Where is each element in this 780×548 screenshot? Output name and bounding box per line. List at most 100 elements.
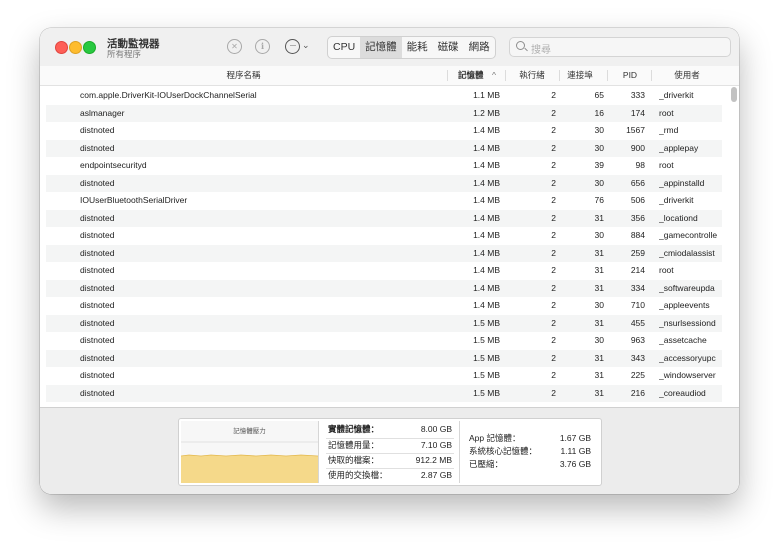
tab-disk[interactable]: 磁碟 — [433, 37, 464, 58]
user-cell: _driverkit — [659, 90, 694, 100]
table-row[interactable]: com.apple.DriverKit-IOUserDockChannelSer… — [46, 87, 722, 105]
threads-cell: 2 — [551, 387, 556, 398]
ellipsis-circle-icon[interactable]: ··· — [285, 39, 300, 54]
ports-cell: 30 — [594, 125, 604, 135]
cached-files-value: 912.2 MB — [415, 455, 452, 465]
threads-cell: 2 — [551, 177, 556, 188]
pid-cell: 1567 — [626, 125, 645, 135]
threads-cell: 2 — [551, 282, 556, 293]
table-row[interactable]: aslmanager 1.2 MB 2 16 174 root — [46, 104, 722, 122]
threads-cell: 2 — [551, 195, 556, 205]
user-cell: _assetcache — [659, 335, 707, 345]
memory-used-label: 記憶體用量： — [328, 440, 380, 450]
user-cell: _locationd — [659, 212, 698, 223]
pid-cell: 900 — [630, 142, 645, 153]
toolbar: 活動監視器 所有程序 ✕ i ··· ⌄ CPU 記憶體 能耗 磁碟 網路 搜尋 — [40, 28, 739, 67]
table-row[interactable]: IOUserBluetoothSerialDriver 1.4 MB 2 76 506 _… — [46, 192, 722, 210]
table-row[interactable]: distnoted 1.4 MB 2 30 900 _applepay — [46, 139, 722, 157]
memory-cell: 1.4 MB — [473, 195, 500, 205]
swap-used-value: 2.87 GB — [420, 470, 452, 480]
tab-energy[interactable]: 能耗 — [402, 37, 433, 58]
user-cell: _rmd — [659, 125, 679, 135]
user-cell: _applepay — [659, 142, 699, 153]
memory-cell: 1.4 MB — [473, 230, 500, 240]
process-name-cell: distnoted — [80, 230, 115, 240]
table-row[interactable]: distnoted 1.4 MB 2 30 1567 _rmd — [46, 122, 722, 140]
pid-cell: 506 — [630, 195, 645, 205]
app-memory-value: 1.67 GB — [559, 433, 591, 443]
table-row[interactable]: distnoted 1.4 MB 2 30 710 _appleevents — [46, 297, 722, 315]
close-window-button[interactable] — [55, 41, 68, 54]
table-row[interactable]: distnoted 1.5 MB 2 31 225 _windowserver — [46, 367, 722, 385]
minimize-window-button[interactable] — [69, 41, 82, 54]
view-tabs: CPU 記憶體 能耗 磁碟 網路 — [327, 36, 496, 59]
column-divider[interactable] — [447, 70, 448, 81]
process-name-cell: endpointsecurityd — [80, 160, 147, 170]
threads-cell: 2 — [551, 247, 556, 258]
table-row[interactable]: endpointsecurityd 1.4 MB 2 39 98 root — [46, 157, 722, 175]
swap-used-label: 使用的交換檔： — [328, 470, 388, 480]
memory-summary-panel: 記憶體壓力 實體記憶體： 8.00 GB 記憶體用量： 7.10 GB 快取的檔… — [178, 418, 602, 486]
column-header-ports[interactable]: 連接埠 — [560, 66, 600, 85]
table-row[interactable]: distnoted 1.4 MB 2 31 214 root — [46, 262, 722, 280]
table-row[interactable]: distnoted 1.4 MB 2 31 259 _cmiodalassist — [46, 244, 722, 262]
user-cell: _appleevents — [659, 300, 710, 310]
process-name-cell: distnoted — [80, 387, 115, 398]
column-header-user[interactable]: 使用者 — [652, 66, 722, 85]
tab-memory[interactable]: 記憶體 — [360, 37, 402, 58]
column-header-memory[interactable]: 記憶體 — [458, 66, 484, 85]
threads-cell: 2 — [551, 352, 556, 363]
user-cell: _appinstalld — [659, 177, 705, 188]
table-row[interactable]: distnoted 1.5 MB 2 30 963 _assetcache — [46, 332, 722, 350]
threads-cell: 2 — [551, 300, 556, 310]
table-row[interactable]: distnoted 1.4 MB 2 30 656 _appinstalld — [46, 174, 722, 192]
ports-cell: 31 — [594, 352, 604, 363]
pid-cell: 216 — [630, 387, 645, 398]
chevron-down-icon[interactable]: ⌄ — [302, 40, 310, 51]
search-icon — [516, 41, 525, 50]
column-header-name[interactable]: 程序名稱 — [40, 66, 447, 85]
ports-cell: 30 — [594, 230, 604, 240]
threads-cell: 2 — [551, 265, 556, 275]
tab-network[interactable]: 網路 — [464, 37, 495, 58]
memory-cell: 1.4 MB — [473, 300, 500, 310]
process-name-cell: com.apple.DriverKit-IOUserDockChannelSer… — [80, 90, 257, 100]
zoom-window-button[interactable] — [83, 41, 96, 54]
table-row[interactable]: distnoted 1.5 MB 2 31 455 _nsurlsessiond — [46, 314, 722, 332]
ports-cell: 31 — [594, 387, 604, 398]
memory-cell: 1.4 MB — [473, 212, 500, 223]
threads-cell: 2 — [551, 335, 556, 345]
table-row[interactable]: distnoted 1.4 MB 2 31 334 _softwareupda — [46, 279, 722, 297]
memory-cell: 1.4 MB — [473, 125, 500, 135]
table-row[interactable]: distnoted 1.5 MB 2 31 216 _coreaudiod — [46, 384, 722, 402]
process-name-cell: IOUserBluetoothSerialDriver — [80, 195, 188, 205]
memory-cell: 1.2 MB — [473, 107, 500, 118]
sort-ascending-icon[interactable]: ^ — [492, 66, 496, 85]
search-input[interactable]: 搜尋 — [509, 37, 731, 57]
tab-cpu[interactable]: CPU — [328, 37, 360, 58]
process-name-cell: distnoted — [80, 282, 115, 293]
vertical-scrollbar[interactable] — [731, 87, 737, 102]
user-cell: _coreaudiod — [659, 387, 706, 398]
pid-cell: 455 — [630, 317, 645, 328]
x-circle-icon[interactable]: ✕ — [227, 39, 242, 54]
memory-cell: 1.1 MB — [473, 90, 500, 100]
divider — [459, 421, 460, 483]
column-header-threads[interactable]: 執行緒 — [506, 66, 558, 85]
table-row[interactable]: distnoted 1.4 MB 2 30 884 _gamecontrolle — [46, 227, 722, 245]
info-circle-icon[interactable]: i — [255, 39, 270, 54]
ports-cell: 76 — [594, 195, 604, 205]
app-memory-label: App 記憶體： — [469, 433, 521, 443]
pid-cell: 259 — [630, 247, 645, 258]
process-name-cell: distnoted — [80, 142, 115, 153]
pressure-area — [181, 455, 318, 483]
table-row[interactable]: distnoted 1.4 MB 2 31 356 _locationd — [46, 209, 722, 227]
table-row[interactable]: distnoted 1.5 MB 2 31 343 _accessoryupc — [46, 349, 722, 367]
memory-cell: 1.4 MB — [473, 177, 500, 188]
user-cell: root — [659, 265, 674, 275]
pid-cell: 656 — [630, 177, 645, 188]
column-header-pid[interactable]: PID — [608, 66, 652, 85]
user-cell: root — [659, 107, 674, 118]
physical-memory-label: 實體記憶體： — [328, 424, 380, 434]
user-cell: _gamecontrolle — [659, 230, 718, 240]
